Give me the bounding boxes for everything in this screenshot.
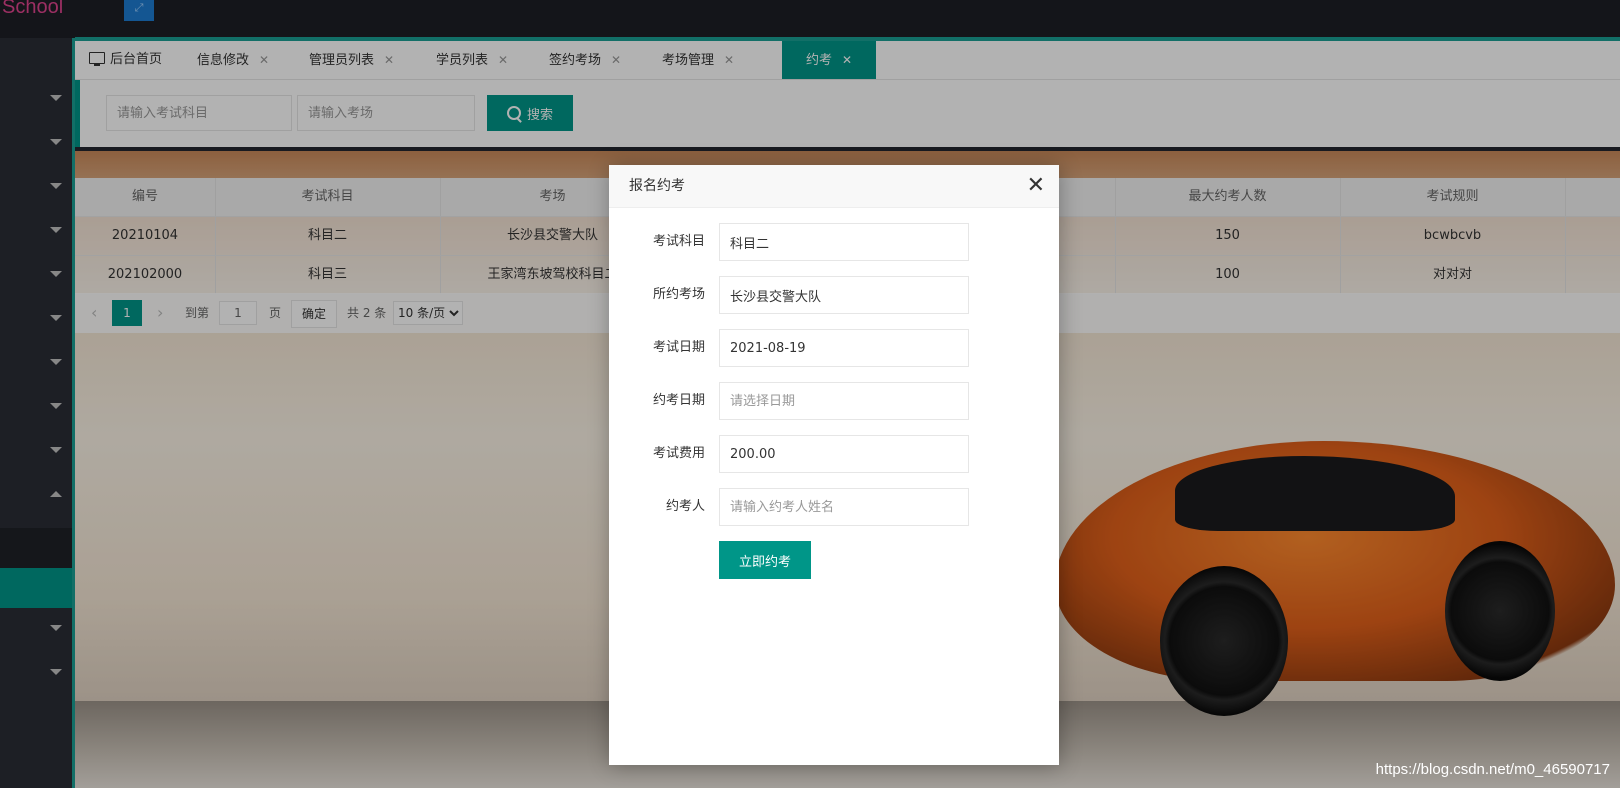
form-row-fee: 考试费用 — [609, 435, 1059, 473]
field-label: 所约考场 — [652, 287, 705, 302]
watermark-text: https://blog.csdn.net/m0_46590717 — [1375, 761, 1610, 778]
book-now-button[interactable]: 立即约考 — [719, 541, 811, 579]
booking-dialog: 报名约考 ✕ 考试科目 所约考场 考试日期 约考日期 考试费用 约考人 立即约考 — [609, 165, 1059, 765]
exam-fee-field[interactable] — [719, 435, 969, 473]
form-row-venue: 所约考场 — [609, 276, 1059, 314]
form-row-exam-date: 考试日期 — [609, 329, 1059, 367]
field-label: 约考日期 — [652, 393, 705, 408]
exam-subject-field[interactable] — [719, 223, 969, 261]
field-label: 考试日期 — [652, 340, 705, 355]
form-row-subject: 考试科目 — [609, 223, 1059, 261]
exam-date-field[interactable] — [719, 329, 969, 367]
dialog-title: 报名约考 — [629, 178, 685, 194]
form-row-booking-date: 约考日期 — [609, 382, 1059, 420]
field-label: 考试费用 — [652, 446, 705, 461]
exam-venue-field[interactable] — [719, 276, 969, 314]
form-row-booker: 约考人 — [609, 488, 1059, 526]
field-label: 考试科目 — [652, 234, 705, 249]
booking-date-field[interactable] — [719, 382, 969, 420]
booker-name-field[interactable] — [719, 488, 969, 526]
field-label: 约考人 — [665, 499, 705, 514]
dialog-header: 报名约考 ✕ — [609, 165, 1059, 208]
close-icon[interactable]: ✕ — [1027, 173, 1045, 199]
